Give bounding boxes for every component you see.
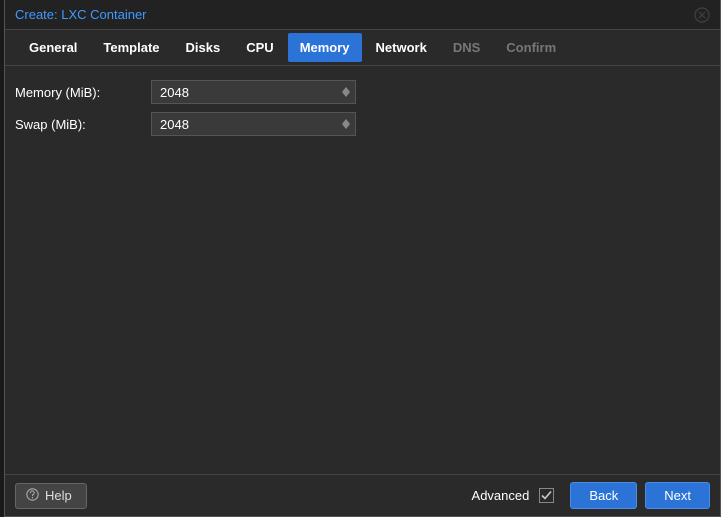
footer-left: Help (15, 483, 87, 509)
memory-value: 2048 (152, 85, 337, 100)
swap-label: Swap (MiB): (15, 117, 145, 132)
back-button[interactable]: Back (570, 482, 637, 509)
advanced-label: Advanced (472, 488, 530, 503)
swap-value: 2048 (152, 117, 337, 132)
tab-general[interactable]: General (17, 33, 89, 62)
memory-row: Memory (MiB): 2048 (15, 80, 710, 104)
create-container-dialog: Create: LXC Container General Template D… (4, 0, 721, 517)
swap-input[interactable]: 2048 (151, 112, 356, 136)
footer-right: Advanced Back Next (472, 482, 710, 509)
help-label: Help (45, 488, 72, 503)
memory-input[interactable]: 2048 (151, 80, 356, 104)
tab-confirm: Confirm (494, 33, 568, 62)
swap-stepper-icon[interactable] (337, 113, 355, 135)
tab-template[interactable]: Template (91, 33, 171, 62)
swap-row: Swap (MiB): 2048 (15, 112, 710, 136)
help-icon (26, 488, 39, 504)
memory-label: Memory (MiB): (15, 85, 145, 100)
dialog-title: Create: LXC Container (15, 7, 147, 22)
tab-disks[interactable]: Disks (174, 33, 233, 62)
checkmark-icon (541, 490, 552, 501)
tab-network[interactable]: Network (364, 33, 439, 62)
wizard-tabs: General Template Disks CPU Memory Networ… (5, 30, 720, 66)
tab-dns: DNS (441, 33, 492, 62)
dialog-footer: Help Advanced Back Next (5, 474, 720, 516)
advanced-checkbox[interactable] (539, 488, 554, 503)
tab-memory[interactable]: Memory (288, 33, 362, 62)
tab-content: Memory (MiB): 2048 Swap (MiB): 2048 (5, 66, 720, 474)
help-button[interactable]: Help (15, 483, 87, 509)
dialog-titlebar: Create: LXC Container (5, 0, 720, 30)
next-button[interactable]: Next (645, 482, 710, 509)
memory-stepper-icon[interactable] (337, 81, 355, 103)
close-icon[interactable] (694, 7, 710, 23)
tab-cpu[interactable]: CPU (234, 33, 285, 62)
